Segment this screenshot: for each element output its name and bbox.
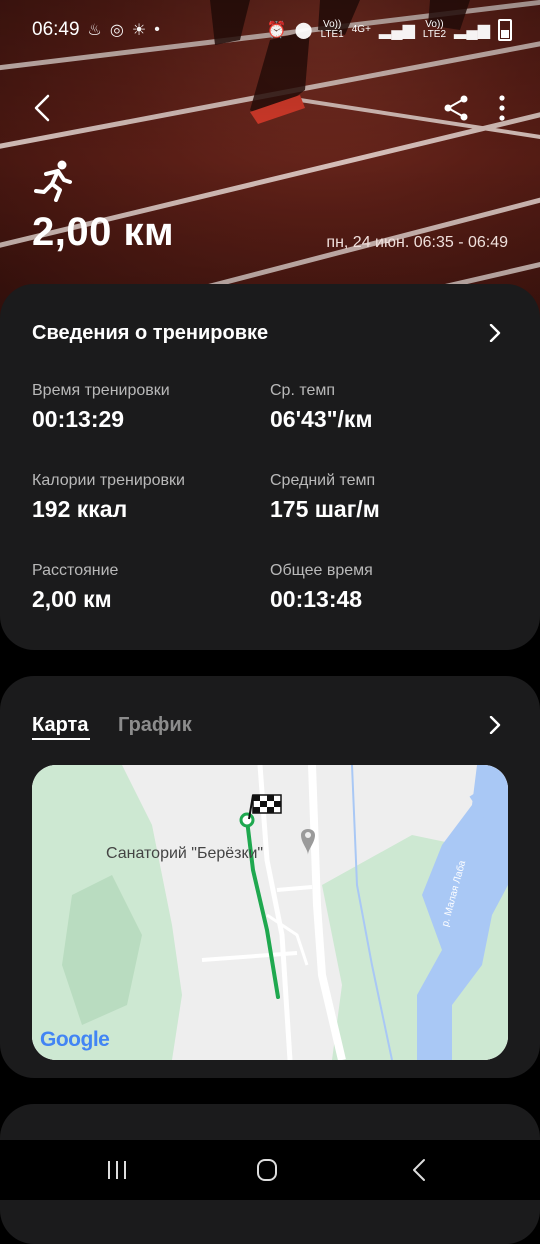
route-map[interactable]: Санаторий "Берёзки" р. Малая Лаба Google	[32, 765, 508, 1060]
alarm-icon: ⏰	[266, 22, 287, 39]
clock: 06:49	[32, 19, 80, 40]
map-place-label: Санаторий "Берёзки"	[106, 845, 264, 862]
home-icon[interactable]	[252, 1158, 282, 1182]
stat-label-total-time: Общее время	[270, 562, 373, 579]
sim2-label: Vo)) LTE2	[422, 19, 447, 40]
signal2-icon: ▂▄▆	[454, 22, 490, 39]
back-icon[interactable]	[404, 1158, 434, 1182]
tab-map[interactable]: Карта	[32, 714, 88, 737]
chevron-right-icon[interactable]	[486, 716, 504, 734]
stat-value-avg-cadence: 175 шаг/м	[270, 496, 380, 522]
tab-chart[interactable]: График	[118, 714, 192, 737]
stat-value-avg-pace: 06'43"/км	[270, 406, 373, 432]
sun-icon: ☀	[131, 22, 147, 39]
network-type: 4G+	[351, 24, 371, 35]
battery-icon	[498, 19, 512, 41]
stat-label-calories: Калории тренировки	[32, 472, 185, 489]
dot-icon: •	[154, 21, 160, 38]
workout-datetime: пн, 24 июн. 06:35 - 06:49	[326, 234, 508, 251]
recent-apps-icon[interactable]	[102, 1158, 132, 1182]
system-nav-bar	[0, 1140, 540, 1200]
notification-icon: ♨	[87, 22, 102, 39]
details-title: Сведения о тренировке	[32, 322, 269, 344]
whatsapp-icon: ◎	[109, 22, 124, 39]
running-icon	[34, 160, 72, 202]
more-options-icon[interactable]	[486, 92, 518, 124]
stat-label-avg-cadence: Средний темп	[270, 472, 376, 489]
workout-details-card[interactable]: Сведения о тренировке Время тренировки 0…	[0, 284, 540, 650]
google-logo-text: Google	[40, 1028, 110, 1051]
app-top-bar	[0, 80, 540, 136]
stat-value-calories: 192 ккал	[32, 496, 128, 522]
stat-value-distance: 2,00 км	[32, 586, 112, 612]
chevron-right-icon[interactable]	[486, 324, 504, 342]
active-tab-indicator	[32, 738, 90, 740]
stat-label-workout-time: Время тренировки	[32, 382, 170, 399]
stat-label-avg-pace: Ср. темп	[270, 382, 336, 399]
back-arrow-icon[interactable]	[26, 90, 62, 126]
stat-value-workout-time: 00:13:29	[32, 406, 125, 432]
finish-flag-icon	[248, 794, 282, 820]
hero-image: 06:49 ♨ ◎ ☀ • ⏰ ⬤ Vo)) LTE1 4G+ ▂▄▆ Vo))…	[0, 0, 540, 320]
stat-label-distance: Расстояние	[32, 562, 119, 579]
workout-distance: 2,00 км	[32, 210, 175, 254]
google-logo: Google	[40, 1028, 110, 1052]
sim1-label: Vo)) LTE1	[320, 19, 344, 40]
location-icon: ⬤	[294, 22, 313, 39]
signal1-icon: ▂▄▆	[378, 22, 415, 39]
stat-value-total-time: 00:13:48	[270, 586, 363, 612]
status-bar: 06:49 ♨ ◎ ☀ • ⏰ ⬤ Vo)) LTE1 4G+ ▂▄▆ Vo))…	[0, 0, 540, 60]
share-icon[interactable]	[440, 92, 472, 124]
